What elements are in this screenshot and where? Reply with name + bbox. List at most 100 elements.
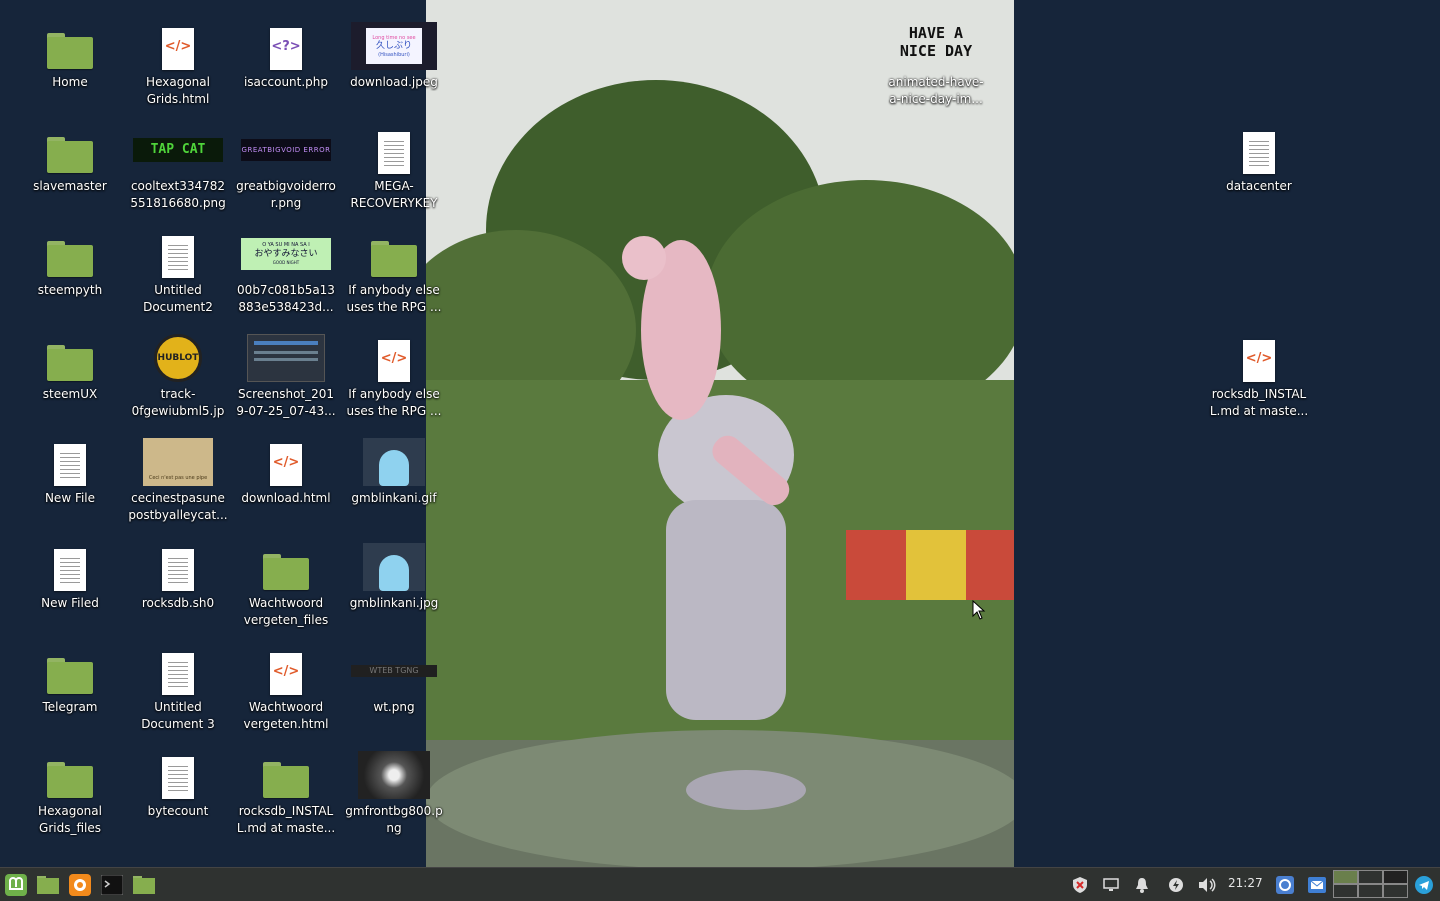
workspace-switcher[interactable] <box>1333 870 1409 899</box>
desktop-icon-new-file[interactable]: New File <box>16 436 124 507</box>
icon-label: Wachtwoord vergeten_files <box>243 596 329 627</box>
icon-label: datacenter <box>1226 179 1292 193</box>
desktop-icon-rocksdb-install-folder[interactable]: rocksdb_INSTALL.md at maste... <box>232 749 340 837</box>
desktop-icon-screenshot[interactable]: Screenshot_2019-07-25_07-43... <box>232 332 340 420</box>
desktop-icon-download-jpeg[interactable]: Long time no see 久しぶり (Hisashiburi) down… <box>340 20 448 91</box>
desktop-icon-hexagonal-grids-html[interactable]: </> Hexagonal Grids.html <box>124 20 232 108</box>
folder-icon <box>47 345 93 381</box>
mouse-cursor-icon <box>972 600 986 620</box>
desktop-icon-untitled-document2[interactable]: Untitled Document2 <box>124 228 232 316</box>
workspace-3[interactable] <box>1383 870 1408 884</box>
image-thumbnail: TAP CAT <box>133 138 223 162</box>
desktop-icon-bytecount[interactable]: bytecount <box>124 749 232 820</box>
desktop-icon-00b7c081[interactable]: O YA SU MI NA SA I おやすみなさい GOOD NIGHT 00… <box>232 228 340 316</box>
desktop-icon-telegram[interactable]: Telegram <box>16 645 124 716</box>
desktop-icon-slavemaster[interactable]: slavemaster <box>16 124 124 195</box>
icon-label: cooltext334782551816680.png <box>130 179 226 210</box>
workspace-5[interactable] <box>1358 884 1383 898</box>
wallpaper-image <box>426 0 1014 867</box>
display-icon[interactable] <box>1101 875 1121 895</box>
text-file-icon <box>54 444 86 486</box>
icon-label: cecinestpasunepostbyalleycat... <box>128 491 228 522</box>
html-file-icon: </> <box>270 653 302 695</box>
folder-icon <box>47 241 93 277</box>
icon-label: download.jpeg <box>350 75 438 89</box>
desktop[interactable]: Home slavemaster steempyth steemUX New F… <box>0 0 1440 867</box>
desktop-icon-gmblinkani-jpg[interactable]: gmblinkani.jpg <box>340 541 448 612</box>
folder-icon <box>371 241 417 277</box>
icon-label: Hexagonal Grids.html <box>146 75 210 106</box>
desktop-icon-gmfrontbg800[interactable]: gmfrontbg800.png <box>340 749 448 837</box>
desktop-icon-animated-have-a-nice-day[interactable]: HAVE A NICE DAY animated-have-a-nice-day… <box>882 20 990 108</box>
desktop-icon-rpg-html[interactable]: </> If anybody else uses the RPG ... <box>340 332 448 420</box>
bell-icon[interactable] <box>1132 875 1152 895</box>
desktop-icon-track-jpg[interactable]: HUBLOT track-0fgewiubml5.jpg <box>124 332 232 420</box>
text-file-icon <box>162 653 194 695</box>
desktop-icon-cooltext[interactable]: TAP CAT cooltext334782551816680.png <box>124 124 232 212</box>
icon-label: Hexagonal Grids_files <box>38 804 102 835</box>
desktop-icon-wachtwoord-files[interactable]: Wachtwoord vergeten_files <box>232 541 340 629</box>
image-thumbnail <box>363 543 425 591</box>
taskbar: 21:27 <box>0 867 1440 901</box>
icon-label: rocksdb_INSTALL.md at maste... <box>1209 387 1309 418</box>
workspace-6[interactable] <box>1383 884 1408 898</box>
desktop-icon-mega-recoverykey[interactable]: MEGA-RECOVERYKEY <box>340 124 448 212</box>
chromium-icon[interactable] <box>1275 875 1295 895</box>
text-file-icon <box>162 236 194 278</box>
desktop-icon-gmblinkani-gif[interactable]: gmblinkani.gif <box>340 436 448 507</box>
desktop-icon-untitled-document-3[interactable]: Untitled Document 3 <box>124 645 232 733</box>
folder-icon <box>263 762 309 798</box>
terminal-icon[interactable] <box>99 873 125 897</box>
image-thumbnail: Ceci n'est pas une pipe <box>143 438 213 486</box>
clock[interactable]: 21:27 <box>1228 876 1263 890</box>
desktop-icon-cecinestpasune[interactable]: Ceci n'est pas une pipe cecinestpasunepo… <box>124 436 232 524</box>
text-file-icon <box>162 549 194 591</box>
volume-icon[interactable] <box>1197 875 1217 895</box>
power-icon[interactable] <box>1166 875 1186 895</box>
workspace-2[interactable] <box>1358 870 1383 884</box>
text-file-icon <box>54 549 86 591</box>
icon-label: gmfrontbg800.png <box>345 804 443 835</box>
desktop-icon-greatbigvoiderror[interactable]: GREATBIGVOID ERROR greatbigvoiderror.png <box>232 124 340 212</box>
icon-label: Screenshot_2019-07-25_07-43... <box>236 387 336 418</box>
workspace-4[interactable] <box>1333 884 1358 898</box>
shield-icon[interactable] <box>1070 875 1090 895</box>
mail-icon[interactable] <box>1307 875 1327 895</box>
desktop-icon-steempyth[interactable]: steempyth <box>16 228 124 299</box>
icon-label: New Filed <box>41 596 99 610</box>
icon-label: rocksdb_INSTALL.md at maste... <box>236 804 336 835</box>
icon-label: If anybody else uses the RPG ... <box>346 387 442 418</box>
desktop-icon-home[interactable]: Home <box>16 20 124 91</box>
icon-label: Home <box>52 75 88 89</box>
desktop-icon-wt-png[interactable]: WTEB TGNG wt.png <box>340 645 448 716</box>
desktop-icon-rocksdb-install-html[interactable]: </> rocksdb_INSTALL.md at maste... <box>1205 332 1313 420</box>
desktop-icon-rpg-folder[interactable]: If anybody else uses the RPG ... <box>340 228 448 316</box>
mint-menu-icon[interactable] <box>3 873 29 897</box>
workspace-1[interactable] <box>1333 870 1358 884</box>
desktop-icon-new-filed[interactable]: New Filed <box>16 541 124 612</box>
icon-label: bytecount <box>147 804 209 818</box>
desktop-icon-wachtwoord-html[interactable]: </> Wachtwoord vergeten.html <box>232 645 340 733</box>
home-folder-icon <box>47 33 93 69</box>
html-file-icon: </> <box>378 340 410 382</box>
image-thumbnail <box>247 334 325 382</box>
files-icon[interactable] <box>131 873 157 897</box>
icon-label: track-0fgewiubml5.jpg <box>131 387 225 418</box>
folder-icon[interactable] <box>35 873 61 897</box>
desktop-icon-hexagonal-grids-files[interactable]: Hexagonal Grids_files <box>16 749 124 837</box>
icon-label: gmblinkani.jpg <box>349 596 439 610</box>
icon-label: rocksdb.sh0 <box>141 596 215 610</box>
desktop-icon-datacenter[interactable]: datacenter <box>1205 124 1313 195</box>
desktop-icon-isaccount-php[interactable]: <?> isaccount.php <box>232 20 340 91</box>
icon-label: If anybody else uses the RPG ... <box>346 283 442 314</box>
telegram-icon[interactable] <box>1414 875 1434 895</box>
desktop-icon-steemux[interactable]: steemUX <box>16 332 124 403</box>
image-thumbnail: HAVE A NICE DAY <box>899 24 973 60</box>
image-thumbnail: HUBLOT <box>154 334 202 382</box>
desktop-icon-rocksdb-sh0[interactable]: rocksdb.sh0 <box>124 541 232 612</box>
icon-label: isaccount.php <box>243 75 329 89</box>
image-thumbnail: Long time no see 久しぶり (Hisashiburi) <box>351 22 437 70</box>
icon-label: Telegram <box>42 700 98 714</box>
firefox-icon[interactable] <box>67 873 93 897</box>
desktop-icon-download-html[interactable]: </> download.html <box>232 436 340 507</box>
